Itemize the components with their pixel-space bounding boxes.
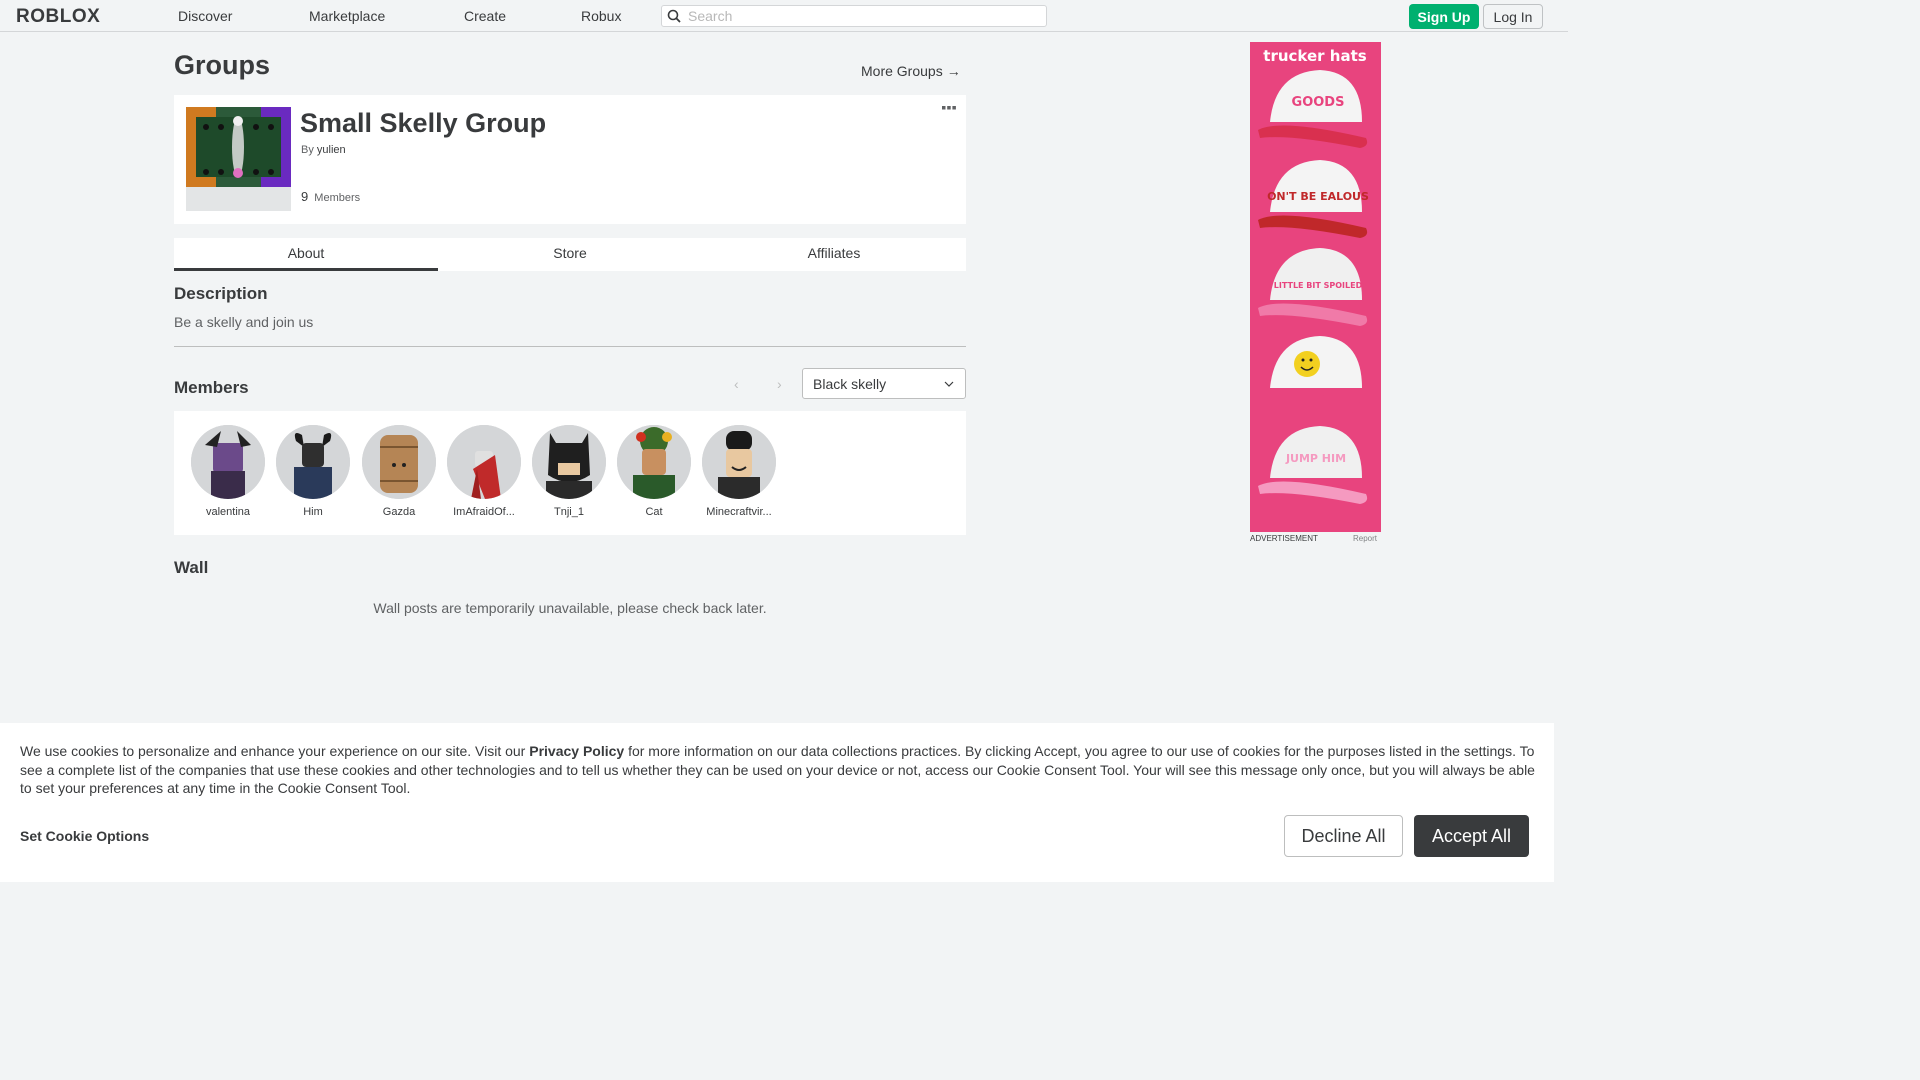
avatar (617, 425, 691, 499)
member-name: Gazda (382, 506, 416, 518)
arrow-right-icon: → (946, 63, 961, 79)
group-card: Small Skelly Group By yulien 9 Members (174, 95, 966, 224)
set-cookie-options-link[interactable]: Set Cookie Options (20, 828, 149, 844)
member-card[interactable]: Minecraftvir... (699, 425, 779, 518)
member-card[interactable]: Gazda (359, 425, 439, 518)
tab-about[interactable]: About (174, 238, 438, 271)
member-card[interactable]: ImAfraidOf... (444, 425, 524, 518)
roblox-logo[interactable]: ROBLOX (16, 6, 100, 28)
nav-link-robux[interactable]: Robux (581, 8, 621, 24)
chevron-right-icon[interactable]: › (777, 376, 782, 392)
members-list: valentina Him Gazda ImAfraidOf... Tnji_1… (174, 411, 966, 535)
section-divider (174, 346, 966, 347)
scrollbar[interactable] (1554, 33, 1568, 882)
ad-hat-text: ON'T BE EALOUS (1267, 190, 1369, 203)
owner-prefix: By (301, 144, 314, 156)
nav-link-marketplace[interactable]: Marketplace (309, 8, 385, 24)
wall-heading: Wall (174, 558, 209, 577)
more-options-icon[interactable] (942, 105, 956, 111)
member-name: Cat (645, 506, 663, 518)
nav-link-create[interactable]: Create (464, 8, 506, 24)
tab-affiliates[interactable]: Affiliates (702, 238, 966, 271)
ad-hat-text: GOODS (1292, 95, 1345, 110)
report-ad-link[interactable]: Report (1353, 534, 1377, 543)
sign-up-button[interactable]: Sign Up (1409, 4, 1479, 29)
member-count-value: 9 (301, 189, 309, 204)
privacy-policy-link[interactable]: Privacy Policy (529, 743, 624, 759)
avatar (447, 425, 521, 499)
member-name: valentina (205, 506, 251, 518)
page-title: Groups (174, 50, 271, 80)
role-dropdown-value: Black skelly (813, 376, 887, 392)
member-name: ImAfraidOf... (453, 506, 515, 518)
avatar (702, 425, 776, 499)
accept-all-button[interactable]: Accept All (1414, 815, 1529, 857)
tab-store[interactable]: Store (438, 238, 702, 271)
avatar (191, 425, 265, 499)
advertisement-banner[interactable]: trucker hats GOODS ON'T BE EALOUS LITTLE… (1250, 42, 1381, 532)
member-card[interactable]: Cat (614, 425, 694, 518)
description-heading: Description (174, 284, 268, 303)
more-groups-label: More Groups (861, 63, 943, 79)
ad-heading: trucker hats (1263, 47, 1366, 65)
more-groups-link[interactable]: More Groups → (861, 63, 961, 79)
cookie-text-before: We use cookies to personalize and enhanc… (20, 743, 530, 759)
chevron-left-icon[interactable]: ‹ (734, 376, 739, 392)
member-card[interactable]: Tnji_1 (529, 425, 609, 518)
cookie-banner: We use cookies to personalize and enhanc… (0, 723, 1554, 882)
ad-hat-text: LITTLE BIT SPOILED (1274, 281, 1363, 290)
member-name: Him (303, 506, 323, 518)
nav-link-discover[interactable]: Discover (178, 8, 232, 24)
chevron-down-icon (944, 381, 954, 387)
group-owner: By yulien (301, 144, 346, 156)
top-navigation: ROBLOX Discover Marketplace Create Robux… (0, 0, 1568, 32)
decline-all-button[interactable]: Decline All (1284, 815, 1403, 857)
ad-hat-text: JUMP HIM (1285, 452, 1346, 465)
role-dropdown[interactable]: Black skelly (802, 368, 966, 399)
member-card[interactable]: valentina (188, 425, 268, 518)
member-name: Tnji_1 (554, 506, 584, 518)
owner-link[interactable]: yulien (317, 144, 346, 156)
avatar (362, 425, 436, 499)
member-name: Minecraftvir... (706, 506, 772, 518)
member-count-label: Members (314, 192, 361, 204)
description-text: Be a skelly and join us (174, 314, 314, 330)
member-card[interactable]: Him (273, 425, 353, 518)
search-input[interactable] (688, 7, 1038, 25)
avatar (276, 425, 350, 499)
group-name: Small Skelly Group (300, 108, 547, 138)
wall-message: Wall posts are temporarily unavailable, … (373, 600, 767, 616)
members-heading: Members (174, 378, 249, 397)
group-tabs: About Store Affiliates (174, 238, 966, 271)
advertisement-label: ADVERTISEMENT (1250, 534, 1318, 543)
member-count: 9 Members (301, 189, 360, 204)
search-box (661, 5, 1047, 27)
search-icon (667, 9, 681, 23)
avatar (532, 425, 606, 499)
log-in-button[interactable]: Log In (1483, 4, 1543, 29)
cookie-message: We use cookies to personalize and enhanc… (20, 742, 1540, 798)
group-emblem (186, 107, 291, 211)
